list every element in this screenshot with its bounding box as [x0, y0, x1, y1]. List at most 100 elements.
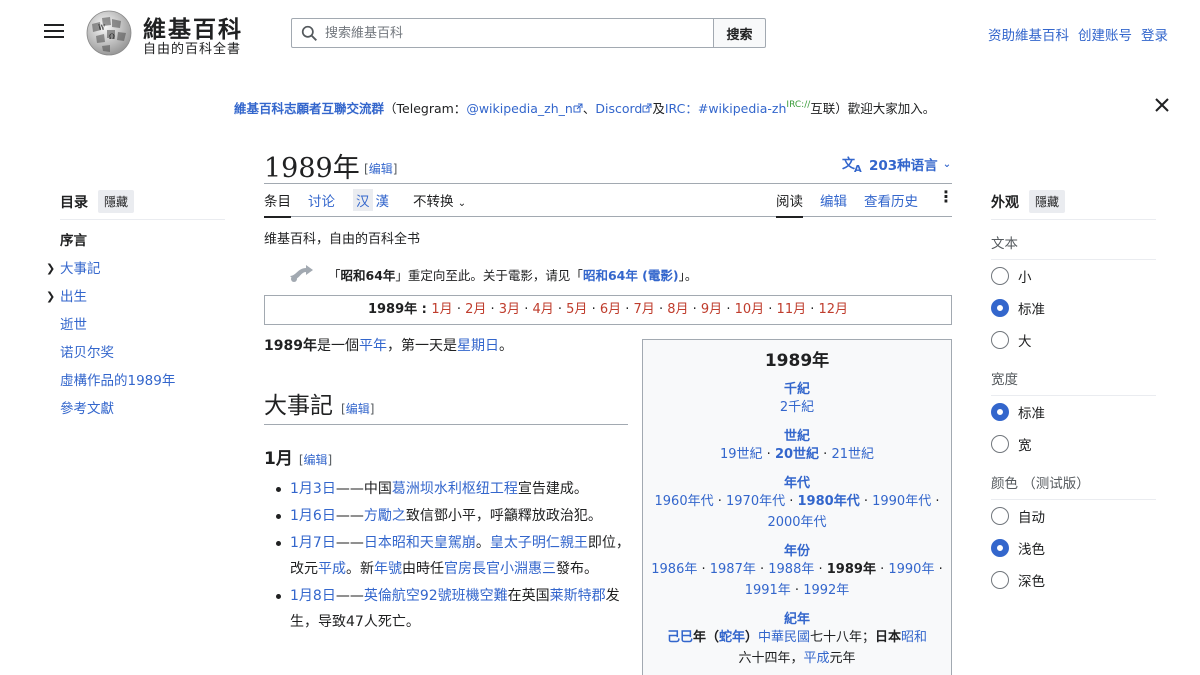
color-option[interactable]: 自动: [991, 500, 1156, 532]
month-link[interactable]: 3月: [499, 302, 520, 317]
event-link[interactable]: 皇太子明仁親王: [490, 535, 588, 551]
toc-item-references[interactable]: 參考文獻: [60, 398, 225, 426]
edit-link[interactable]: 编辑: [346, 402, 370, 416]
toc-item-fiction[interactable]: 虛構作品的1989年: [60, 370, 225, 398]
infobox-link[interactable]: 1960年代: [655, 494, 714, 509]
event-date-link[interactable]: 1月8日: [290, 588, 336, 604]
width-option[interactable]: 宽: [991, 428, 1156, 460]
close-icon[interactable]: [1153, 96, 1171, 114]
infobox-link[interactable]: 1992年: [803, 583, 849, 598]
month-link[interactable]: 11月: [777, 302, 807, 317]
infobox-link[interactable]: 1987年: [710, 562, 756, 577]
month-link[interactable]: 6月: [600, 302, 621, 317]
text-size-option[interactable]: 小: [991, 260, 1156, 292]
tab-history[interactable]: 查看历史: [864, 190, 918, 210]
infobox-link[interactable]: 21世紀: [831, 447, 874, 462]
appearance-hide-button[interactable]: 隱藏: [1029, 190, 1066, 213]
infobox-link[interactable]: 己巳: [667, 630, 693, 645]
edit-link[interactable]: 编辑: [369, 162, 393, 176]
radio-button[interactable]: [991, 403, 1009, 421]
infobox-link[interactable]: 中華民國: [758, 630, 810, 645]
infobox-link[interactable]: 1986年: [651, 562, 697, 577]
section-edit-link[interactable]: [编辑]: [341, 402, 374, 416]
text-size-option[interactable]: 大: [991, 324, 1156, 356]
tab-article[interactable]: 条目: [264, 190, 291, 218]
title-edit-link[interactable]: [编辑]: [364, 160, 397, 177]
event-link[interactable]: 日本昭和天皇駕崩: [364, 535, 476, 551]
language-button[interactable]: 文 A 203种语言 ⌄: [842, 154, 951, 174]
infobox-link[interactable]: 平成: [803, 651, 829, 666]
radio-button[interactable]: [991, 571, 1009, 589]
infobox-link[interactable]: 20世紀: [775, 447, 819, 462]
radio-button[interactable]: [991, 539, 1009, 557]
wikipedia-globe-icon[interactable]: W Ω: [84, 10, 134, 56]
search-box[interactable]: [291, 18, 714, 48]
infobox-link[interactable]: 1990年: [888, 562, 934, 577]
tab-talk[interactable]: 讨论: [308, 190, 335, 210]
donate-link[interactable]: 资助維基百科: [988, 24, 1069, 44]
event-link[interactable]: 年號: [374, 561, 402, 577]
infobox-link[interactable]: 1988年: [768, 562, 814, 577]
color-option[interactable]: 深色: [991, 564, 1156, 596]
month-link[interactable]: 10月: [735, 302, 765, 317]
month-link[interactable]: 4月: [532, 302, 553, 317]
tab-edit[interactable]: 编辑: [820, 190, 847, 210]
variant-simplified[interactable]: 汉: [353, 189, 373, 211]
hatnote-link[interactable]: 昭和64年 (電影): [583, 268, 679, 283]
event-link[interactable]: 平成: [318, 561, 346, 577]
event-link[interactable]: 小淵惠三: [500, 561, 556, 577]
infobox-link[interactable]: 1980年代: [798, 494, 860, 509]
banner-group-link[interactable]: 維基百科志願者互聯交流群: [234, 101, 384, 116]
variant-dropdown[interactable]: 不转换 ⌄: [413, 190, 466, 210]
radio-button[interactable]: [991, 267, 1009, 285]
month-link[interactable]: 9月: [701, 302, 722, 317]
sunday-link[interactable]: 星期日: [457, 338, 499, 354]
toc-hide-button[interactable]: 隱藏: [98, 190, 135, 213]
language-count[interactable]: 203种语言: [869, 154, 938, 174]
toc-item-label[interactable]: 诺贝尔奖: [60, 345, 114, 361]
variant-dropdown-label[interactable]: 不转换: [413, 194, 454, 210]
toc-item-label[interactable]: 虛構作品的1989年: [60, 373, 175, 389]
hamburger-icon[interactable]: [44, 24, 64, 42]
radio-button[interactable]: [991, 331, 1009, 349]
month-link[interactable]: 5月: [566, 302, 587, 317]
infobox-link[interactable]: 1991年: [745, 583, 791, 598]
section-edit-link[interactable]: [编辑]: [299, 453, 332, 467]
common-year-link[interactable]: 平年: [359, 338, 387, 354]
month-link[interactable]: 1月: [431, 302, 452, 317]
infobox-link[interactable]: 19世紀: [720, 447, 763, 462]
infobox-link[interactable]: 昭和: [901, 630, 927, 645]
chevron-right-icon[interactable]: ❯: [46, 258, 55, 280]
color-option[interactable]: 浅色: [991, 532, 1156, 564]
event-link[interactable]: 官房長官: [444, 561, 500, 577]
toc-item-label[interactable]: 參考文獻: [60, 401, 114, 417]
discord-link[interactable]: Discord: [595, 101, 642, 116]
irc-link[interactable]: #wikipedia-zh: [698, 101, 787, 116]
infobox-link[interactable]: 2千紀: [780, 400, 814, 415]
toc-item-events[interactable]: ❯ 大事記: [46, 258, 225, 286]
radio-button[interactable]: [991, 435, 1009, 453]
month-link[interactable]: 8月: [667, 302, 688, 317]
more-options-icon[interactable]: ⋮: [938, 187, 954, 206]
search-input[interactable]: [325, 21, 705, 45]
toc-item-nobel[interactable]: 诺贝尔奖: [60, 342, 225, 370]
variant-traditional[interactable]: 漢: [373, 189, 393, 211]
create-account-link[interactable]: 创建账号: [1078, 24, 1132, 44]
login-link[interactable]: 登录: [1141, 24, 1168, 44]
irc-label-link[interactable]: IRC：: [665, 101, 698, 116]
text-size-option[interactable]: 标准: [991, 292, 1156, 324]
radio-button[interactable]: [991, 299, 1009, 317]
event-link[interactable]: 方勵之: [364, 508, 406, 524]
event-date-link[interactable]: 1月3日: [290, 481, 336, 497]
chevron-right-icon[interactable]: ❯: [46, 286, 55, 308]
month-link[interactable]: 7月: [634, 302, 655, 317]
event-link[interactable]: 莱斯特郡: [550, 588, 606, 604]
toc-item-births[interactable]: ❯ 出生: [46, 286, 225, 314]
toc-item-label[interactable]: 大事記: [60, 261, 101, 277]
toc-item-deaths[interactable]: 逝世: [60, 314, 225, 342]
toc-item-label[interactable]: 出生: [60, 289, 87, 305]
infobox-link[interactable]: 1970年代: [726, 494, 785, 509]
event-link[interactable]: 葛洲坝水利枢纽工程: [392, 481, 518, 497]
event-date-link[interactable]: 1月7日: [290, 535, 336, 551]
month-link[interactable]: 12月: [819, 302, 849, 317]
